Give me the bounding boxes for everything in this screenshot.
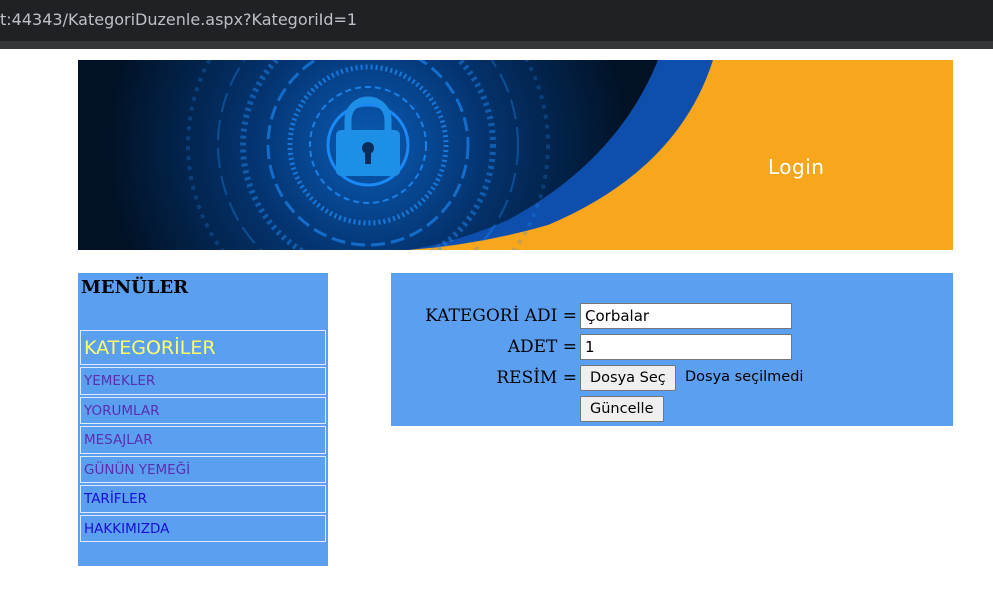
header-banner: Login <box>78 60 953 250</box>
menu-item-hakkimizda[interactable]: HAKKIMIZDA <box>80 514 326 542</box>
count-row: ADET = <box>391 334 953 360</box>
image-label: RESİM = <box>496 368 577 388</box>
menu-item-mesajlar[interactable]: MESAJLAR <box>80 426 326 454</box>
count-input[interactable] <box>580 334 792 360</box>
category-name-input[interactable] <box>580 303 792 329</box>
file-status-text: Dosya seçilmedi <box>685 369 804 385</box>
menu-item-yemekler[interactable]: YEMEKLER <box>80 367 326 395</box>
menu-item-gunun-yemegi[interactable]: GÜNÜN YEMEĞİ <box>80 455 326 483</box>
login-link[interactable]: Login <box>768 155 824 179</box>
browser-toolbar-edge <box>0 41 993 49</box>
count-label: ADET = <box>507 337 577 357</box>
browser-address-bar[interactable]: t:44343/KategoriDuzenle.aspx?KategoriId=… <box>0 0 993 41</box>
menu-item-kategoriler[interactable]: KATEGORİLER <box>80 330 326 365</box>
menu-item-yorumlar[interactable]: YORUMLAR <box>80 396 326 424</box>
choose-file-button[interactable]: Dosya Seç <box>580 365 676 391</box>
menu-title: MENÜLER <box>81 277 189 298</box>
image-row: RESİM = Dosya Seç Dosya seçilmedi <box>391 365 953 391</box>
category-edit-form: KATEGORİ ADI = ADET = RESİM = Dosya Seç … <box>391 273 953 426</box>
sidebar-menu: MENÜLER KATEGORİLER YEMEKLER YORUMLAR ME… <box>78 273 328 566</box>
address-url[interactable]: t:44343/KategoriDuzenle.aspx?KategoriId=… <box>0 10 357 29</box>
submit-row: Güncelle <box>391 396 953 422</box>
name-row: KATEGORİ ADI = <box>391 303 953 329</box>
update-button[interactable]: Güncelle <box>580 396 664 422</box>
menu-list: KATEGORİLER YEMEKLER YORUMLAR MESAJLAR G… <box>80 330 326 544</box>
menu-item-tarifler[interactable]: TARİFLER <box>80 485 326 513</box>
category-name-label: KATEGORİ ADI = <box>425 306 577 326</box>
